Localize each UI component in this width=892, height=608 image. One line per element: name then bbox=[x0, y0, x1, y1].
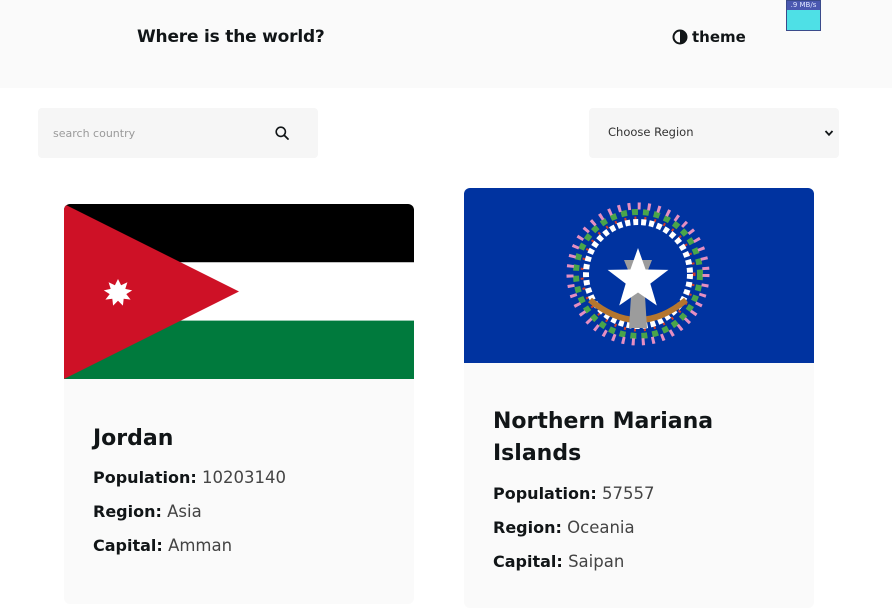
country-card[interactable]: Northern Mariana Islands Population: 575… bbox=[464, 188, 814, 608]
app-header: Where is the world? theme bbox=[0, 0, 892, 88]
network-speed-text: .9 MB/s bbox=[787, 1, 820, 10]
capital-row: Capital: Amman bbox=[93, 536, 232, 555]
theme-label: theme bbox=[692, 28, 746, 46]
network-speed-bar bbox=[787, 10, 820, 30]
flag-northern-mariana-islands-icon bbox=[464, 188, 814, 363]
flag-jordan-icon bbox=[64, 204, 414, 379]
population-label: Population: bbox=[493, 484, 597, 503]
chevron-down-icon bbox=[824, 130, 834, 137]
region-row: Region: Asia bbox=[93, 502, 202, 521]
region-label: Region: bbox=[493, 518, 562, 537]
country-name: Jordan bbox=[93, 426, 174, 451]
app-title: Where is the world? bbox=[137, 27, 325, 47]
region-filter-select[interactable]: Choose Region bbox=[589, 108, 839, 158]
region-value: Asia bbox=[167, 502, 202, 521]
population-row: Population: 10203140 bbox=[93, 468, 286, 487]
region-filter-value: Choose Region bbox=[608, 125, 694, 139]
region-label: Region: bbox=[93, 502, 162, 521]
capital-row: Capital: Saipan bbox=[493, 552, 624, 571]
country-name: Northern Mariana Islands bbox=[493, 409, 714, 466]
population-row: Population: 57557 bbox=[493, 484, 655, 503]
search-input[interactable] bbox=[38, 108, 268, 158]
population-value: 10203140 bbox=[202, 468, 286, 487]
region-value: Oceania bbox=[567, 518, 635, 537]
population-label: Population: bbox=[93, 468, 197, 487]
search-icon[interactable] bbox=[274, 125, 290, 141]
capital-value: Saipan bbox=[568, 552, 625, 571]
capital-label: Capital: bbox=[493, 552, 563, 571]
network-speed-widget: .9 MB/s bbox=[786, 0, 821, 31]
population-value: 57557 bbox=[602, 484, 655, 503]
country-card[interactable]: Jordan Population: 10203140 Region: Asia… bbox=[64, 204, 414, 604]
region-row: Region: Oceania bbox=[493, 518, 635, 537]
theme-toggle-button[interactable]: theme bbox=[672, 28, 746, 46]
capital-label: Capital: bbox=[93, 536, 163, 555]
half-moon-icon bbox=[672, 29, 688, 45]
capital-value: Amman bbox=[168, 536, 233, 555]
